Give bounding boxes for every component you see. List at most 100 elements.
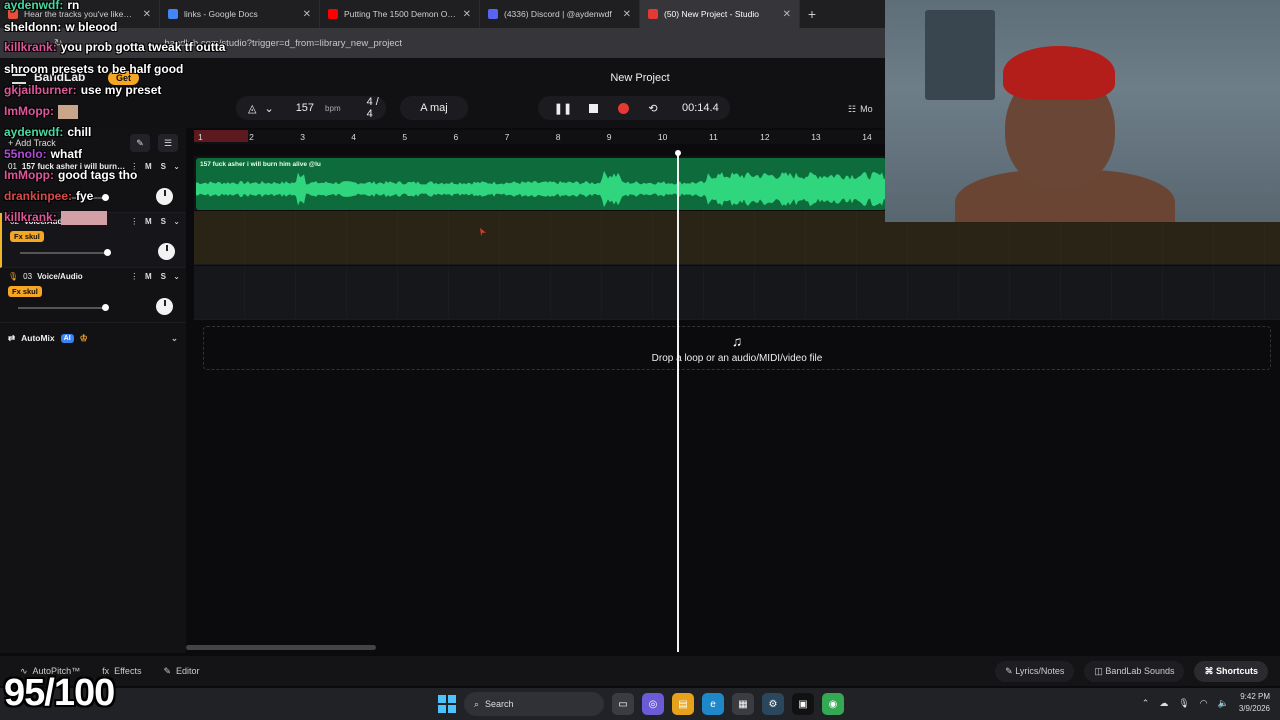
ai-badge: AI: [60, 333, 74, 343]
capcut-icon[interactable]: ▣: [792, 693, 814, 715]
clock[interactable]: 9:42 PM 3/9/2026: [1239, 691, 1270, 715]
shortcuts-label: Shortcuts: [1215, 665, 1258, 676]
automix-row[interactable]: ⇄ AutoMix AI ♔ ⌄: [0, 323, 186, 353]
mixer-label: Mo: [860, 104, 873, 114]
task-view-icon[interactable]: ▭: [612, 693, 634, 715]
pen-icon: ✎: [1005, 665, 1016, 676]
shortcuts-button[interactable]: ⌘ Shortcuts: [1194, 660, 1268, 682]
volume-handle[interactable]: [102, 304, 109, 311]
metronome-icon[interactable]: ◬: [248, 102, 256, 115]
lyrics-notes-button[interactable]: ✎ Lyrics/Notes: [995, 660, 1075, 682]
music-note-add-icon: ♫: [731, 332, 743, 349]
volume-slider[interactable]: [20, 252, 108, 254]
chat-text: use my preset: [80, 83, 162, 97]
pan-knob[interactable]: [158, 243, 175, 260]
playhead[interactable]: [675, 150, 680, 652]
store-icon[interactable]: ▦: [732, 693, 754, 715]
ruler-bar-number: 10: [657, 132, 668, 142]
chat-message: drankinpee: fye: [4, 189, 93, 203]
volume-handle[interactable]: [104, 249, 111, 256]
close-icon[interactable]: ✕: [303, 9, 311, 20]
loop-button[interactable]: ⟲: [638, 96, 668, 120]
pause-button[interactable]: ❚❚: [548, 96, 578, 120]
chat-message: gkjailburner: use my preset: [4, 83, 161, 97]
tab-title: Putting The 1500 Demon On A: [344, 9, 457, 19]
editor-label: Editor: [176, 666, 200, 676]
tempo-control[interactable]: ◬ ⌄ 157 bpm 4 / 4: [236, 96, 386, 120]
onedrive-icon[interactable]: ☁: [1159, 698, 1168, 709]
mute-button[interactable]: M: [143, 272, 153, 281]
chevron-up-icon[interactable]: ⌃: [1142, 698, 1150, 709]
chevron-down-icon[interactable]: ⌄: [264, 102, 273, 115]
taskbar-search[interactable]: ⌕ Search: [464, 692, 604, 716]
close-icon[interactable]: ✕: [463, 9, 471, 20]
track-name[interactable]: Voice/Audio: [37, 272, 125, 281]
chat-message: aydenwdf: rn: [4, 0, 79, 12]
fx-preset-badge[interactable]: Fx skul: [8, 286, 42, 297]
editor-button[interactable]: ✎ Editor: [163, 666, 199, 677]
edge-icon[interactable]: e: [702, 693, 724, 715]
crown-icon: ♔: [79, 332, 88, 343]
audio-clip[interactable]: 157 fuck asher i will burn him alive @lu: [196, 158, 886, 210]
chat-text: good tags tho: [58, 168, 138, 182]
chat-text: fye: [76, 189, 94, 203]
chevron-down-icon[interactable]: ⌄: [171, 333, 178, 344]
file-explorer-icon[interactable]: ▤: [672, 693, 694, 715]
ruler-bar-number: 11: [709, 132, 718, 142]
effects-label: Effects: [114, 666, 142, 676]
chat-message: aydenwdf: chill: [4, 125, 91, 139]
copilot-icon[interactable]: ◎: [642, 693, 664, 715]
emote-icon: [60, 210, 107, 225]
more-icon[interactable]: ⋮: [130, 272, 138, 281]
horizontal-scrollbar[interactable]: [186, 645, 376, 650]
stop-button[interactable]: [578, 96, 608, 120]
timecode-display: 00:14.4: [682, 102, 719, 114]
wall-poster: [925, 10, 995, 100]
key-selector[interactable]: A maj: [400, 96, 468, 120]
new-tab-button[interactable]: +: [800, 6, 824, 22]
ruler-bar-number: 4: [351, 132, 357, 142]
volume-slider[interactable]: [18, 307, 106, 309]
stream-score-overlay: 95/100: [4, 672, 115, 714]
time-signature[interactable]: 4 / 4: [367, 96, 386, 120]
browser-tab[interactable]: Putting The 1500 Demon On A ✕: [320, 0, 480, 28]
track-lane[interactable]: [194, 266, 1280, 320]
chat-message: shroom presets to be half good: [4, 62, 183, 76]
system-tray: ⌃ ☁ 🎙 ◠ 🔈 9:42 PM 3/9/2026: [1142, 691, 1270, 715]
record-button[interactable]: [608, 96, 638, 120]
tempo-value[interactable]: 157: [296, 102, 314, 114]
browser-tab[interactable]: (4336) Discord | @aydenwdf ✕: [480, 0, 640, 28]
chat-username: sheldonn:: [4, 20, 62, 34]
chat-username: ImMopp:: [4, 104, 54, 118]
tab-title: (4336) Discord | @aydenwdf: [504, 9, 612, 19]
close-icon[interactable]: ✕: [783, 9, 791, 20]
browser-tab-active[interactable]: (50) New Project - Studio ✕: [640, 0, 800, 28]
chat-username: killkrank:: [4, 210, 57, 224]
chat-username: 55nolo:: [4, 147, 47, 161]
bandlab-sounds-button[interactable]: ◫ BandLab Sounds: [1084, 660, 1185, 682]
ruler-bar-number: 12: [760, 132, 770, 142]
clock-time: 9:42 PM: [1240, 692, 1270, 701]
windows-start-icon[interactable]: [438, 695, 456, 713]
ruler-bar-number: 13: [811, 132, 821, 142]
streamer-bonnet: [1003, 46, 1115, 100]
chrome-icon[interactable]: ◉: [822, 693, 844, 715]
chat-username: gkjailburner:: [4, 83, 77, 97]
tempo-unit: bpm: [325, 103, 341, 113]
steam-icon[interactable]: ⚙: [762, 693, 784, 715]
solo-button[interactable]: S: [158, 272, 168, 281]
wifi-icon[interactable]: ◠: [1200, 698, 1208, 709]
fx-preset-badge[interactable]: Fx skul: [10, 231, 44, 242]
close-icon[interactable]: ✕: [623, 9, 631, 20]
drop-zone[interactable]: ♫ Drop a loop or an audio/MIDI/video fil…: [203, 326, 1271, 370]
project-title[interactable]: New Project: [540, 72, 740, 84]
sounds-icon: ◫: [1094, 665, 1106, 676]
chat-username: killkrank:: [4, 40, 57, 54]
chevron-down-icon[interactable]: ⌄: [173, 272, 180, 281]
clock-date: 3/9/2026: [1238, 704, 1270, 713]
microphone-icon[interactable]: 🎙: [1178, 698, 1189, 709]
track-header[interactable]: 🎙 03 Voice/Audio ⋮ M S ⌄ Fx skul: [0, 268, 186, 323]
mixer-button[interactable]: ☷ Mo: [848, 98, 888, 120]
pan-knob[interactable]: [156, 298, 173, 315]
volume-icon[interactable]: 🔈: [1218, 698, 1229, 709]
